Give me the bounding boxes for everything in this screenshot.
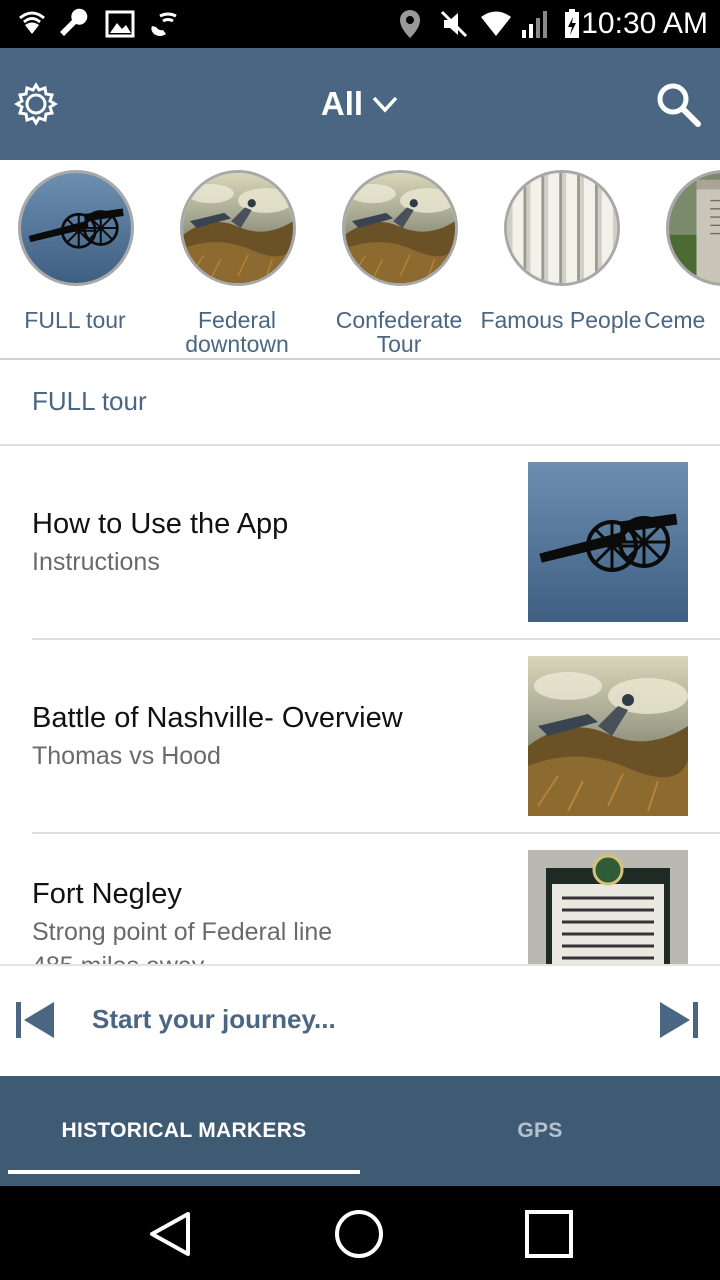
list-item[interactable]: Fort Negley Strong point of Federal line… [0, 834, 720, 964]
section-title: FULL tour [32, 386, 147, 416]
list-item-distance: 485 miles away [32, 952, 204, 964]
category-confederate-tour[interactable]: Confederate Tour [324, 170, 474, 356]
filter-dropdown[interactable]: All [300, 78, 420, 130]
list-item-subtitle: Strong point of Federal line [32, 918, 333, 946]
list-item[interactable]: Battle of Nashville- Overview Thomas vs … [0, 640, 720, 834]
category-label: Federal downtown [185, 307, 289, 357]
wrench-icon [60, 8, 88, 36]
list-item-thumbnail [528, 850, 688, 964]
category-thumbnail [180, 170, 296, 286]
recents-icon[interactable] [521, 1206, 577, 1262]
section-header: FULL tour [0, 362, 720, 446]
filter-label: All [320, 85, 364, 122]
tab-gps[interactable]: GPS [360, 1076, 720, 1186]
signal-icon [522, 11, 547, 38]
list-item-title: How to Use the App [32, 508, 289, 540]
list-item-subtitle: Thomas vs Hood [32, 742, 221, 770]
status-bar: 10:30 AM [0, 0, 720, 48]
wifi-calling-icon [151, 12, 177, 36]
category-label: Ceme [644, 307, 706, 333]
system-nav-bar [0, 1186, 720, 1280]
category-famous-people[interactable]: Famous People [480, 170, 642, 356]
category-thumbnail [504, 170, 620, 286]
audio-player-bar: Start your journey... [0, 964, 720, 1076]
skip-previous-icon[interactable] [14, 1000, 56, 1040]
category-label: FULL tour [24, 307, 126, 333]
category-label: Famous People [480, 307, 642, 333]
home-icon[interactable] [331, 1206, 387, 1262]
bottom-tabs: HISTORICAL MARKERS GPS [0, 1076, 720, 1186]
image-icon [105, 10, 135, 38]
active-tab-indicator [8, 1170, 360, 1174]
list-item-thumbnail [528, 462, 688, 622]
skip-next-icon[interactable] [658, 1000, 700, 1040]
list-item-title: Fort Negley [32, 878, 182, 910]
settings-icon[interactable] [12, 80, 60, 128]
category-label: Confederate Tour [335, 307, 463, 357]
wifi-icon [481, 11, 511, 36]
category-federal-downtown[interactable]: Federal downtown [162, 170, 312, 356]
hotspot-icon [19, 11, 45, 34]
back-icon[interactable] [142, 1206, 198, 1262]
status-time: 10:30 AM [581, 7, 708, 40]
list-item-title: Battle of Nashville- Overview [32, 702, 403, 734]
category-cemetery[interactable]: Ceme [644, 170, 720, 356]
list-item-thumbnail [528, 656, 688, 816]
search-icon[interactable] [654, 80, 702, 128]
category-thumbnail [666, 170, 720, 286]
app-bar: All [0, 48, 720, 160]
chevron-down-icon [372, 96, 398, 113]
list-item[interactable]: How to Use the App Instructions [0, 446, 720, 640]
category-thumbnail [18, 170, 134, 286]
mute-icon [440, 10, 468, 38]
marker-list[interactable]: How to Use the App Instructions Battle o… [0, 446, 720, 964]
list-item-subtitle: Instructions [32, 548, 160, 576]
category-full-tour[interactable]: FULL tour [0, 170, 150, 356]
player-status-text: Start your journey... [92, 1004, 336, 1034]
category-thumbnail [342, 170, 458, 286]
category-carousel[interactable]: FULL tour Federal downtown Confederate T… [0, 160, 720, 360]
location-icon [400, 10, 420, 38]
